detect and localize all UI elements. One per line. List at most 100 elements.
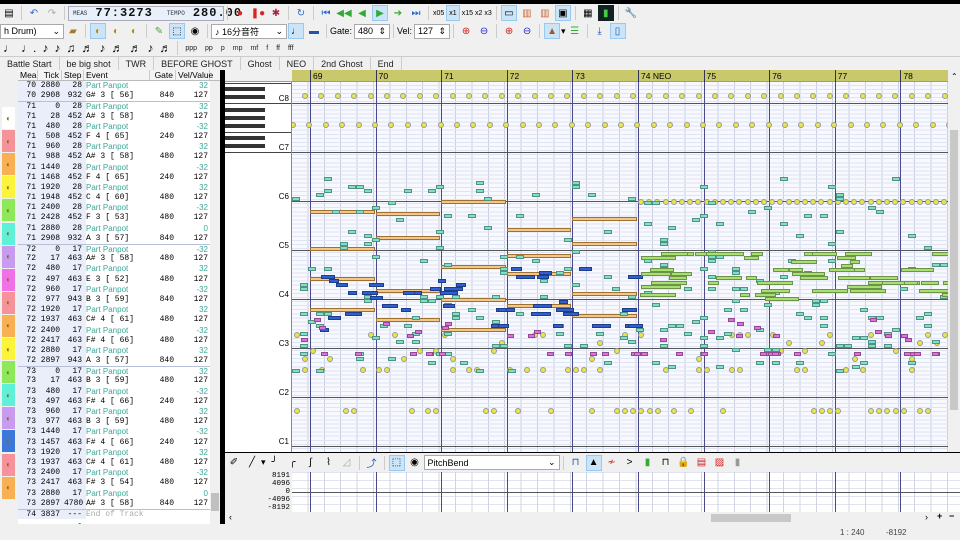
drum-note[interactable] (392, 332, 399, 338)
note[interactable] (430, 287, 441, 292)
note[interactable] (456, 283, 467, 288)
drum-note[interactable] (433, 408, 440, 414)
speed-x05[interactable]: x05 (433, 5, 444, 21)
event-row[interactable]: 72 960 17 Part Panpot -32 (18, 284, 220, 295)
black-key[interactable] (225, 107, 265, 112)
event-row[interactable]: 73 480 17 Part Panpot -32 (18, 386, 220, 397)
drum-note[interactable] (736, 199, 743, 205)
note-16th-icon[interactable]: ♬ (81, 41, 93, 55)
note[interactable] (740, 307, 748, 312)
note[interactable] (536, 275, 550, 280)
eraser-icon[interactable]: ◉ (187, 23, 203, 39)
note[interactable] (492, 295, 500, 300)
note[interactable] (644, 201, 652, 206)
speaker-mute-icon[interactable]: ◐ (126, 23, 142, 39)
note[interactable] (579, 267, 593, 271)
note[interactable] (300, 287, 308, 292)
note[interactable] (348, 291, 357, 296)
drum-note[interactable] (810, 408, 817, 414)
drum-note[interactable] (700, 122, 706, 128)
drum-note[interactable] (687, 408, 694, 414)
drum-note[interactable] (638, 408, 645, 414)
note[interactable] (506, 228, 572, 232)
drum-note[interactable] (601, 122, 608, 128)
note[interactable] (316, 311, 324, 316)
drum-note[interactable] (548, 93, 554, 99)
measure-mark[interactable]: 78 (900, 70, 913, 82)
note[interactable] (552, 324, 564, 329)
note[interactable] (388, 201, 396, 206)
redo-button[interactable]: ↷ (44, 5, 60, 21)
drum-note[interactable] (302, 356, 309, 362)
drum-note[interactable] (827, 408, 833, 414)
note[interactable] (676, 323, 684, 328)
note[interactable] (828, 352, 836, 357)
drum-note[interactable] (490, 348, 497, 354)
note[interactable] (804, 213, 812, 218)
note[interactable] (840, 264, 854, 269)
note[interactable] (425, 352, 433, 356)
marker-battle-start[interactable]: Battle Start (0, 56, 60, 71)
note[interactable] (372, 205, 380, 210)
drum-note[interactable] (782, 122, 788, 128)
note[interactable] (940, 262, 948, 267)
note[interactable] (580, 344, 588, 349)
drum-note[interactable] (466, 367, 473, 373)
drum-note[interactable] (941, 332, 948, 338)
level-meter-icon[interactable]: ▮ (597, 5, 614, 21)
track-tab[interactable]: ◐ (2, 338, 15, 360)
measure-mark[interactable]: 74 NEO (638, 70, 671, 82)
event-row[interactable]: 70 2880 28 Part Panpot 32 (18, 81, 220, 92)
drum-note[interactable] (802, 199, 808, 205)
col-mea[interactable]: Mea (18, 70, 38, 80)
measure-mark[interactable]: 72 (506, 70, 519, 82)
note[interactable] (739, 292, 750, 297)
note[interactable] (796, 234, 804, 239)
dyn-p[interactable]: p (221, 45, 225, 52)
note[interactable] (420, 295, 428, 300)
speed-x2[interactable]: x2 (475, 5, 482, 21)
note[interactable] (692, 319, 700, 324)
note[interactable] (540, 295, 548, 300)
import-icon[interactable]: ⤓ (592, 23, 608, 39)
note[interactable] (444, 332, 452, 337)
go-end-button[interactable]: ⏭ (408, 5, 424, 21)
drum-note[interactable] (613, 348, 620, 354)
note[interactable] (533, 330, 541, 335)
note[interactable] (420, 299, 428, 304)
drum-note[interactable] (687, 199, 694, 205)
drum-note[interactable] (564, 93, 571, 99)
note[interactable] (900, 287, 908, 292)
note[interactable] (791, 260, 818, 265)
drum-note[interactable] (449, 367, 456, 373)
note[interactable] (640, 292, 677, 297)
drum-note[interactable] (581, 367, 587, 373)
note[interactable] (516, 213, 524, 218)
drum-note[interactable] (540, 332, 546, 338)
note[interactable] (308, 266, 316, 271)
note[interactable] (684, 287, 692, 292)
zoom-in-icon[interactable]: ⊕ (458, 23, 474, 39)
note[interactable] (644, 221, 652, 226)
drum-note[interactable] (372, 122, 378, 128)
eraser-icon[interactable]: ◉ (407, 455, 423, 471)
note[interactable] (668, 364, 676, 369)
note[interactable] (820, 323, 828, 328)
measure-mark[interactable]: 76 (769, 70, 782, 82)
note[interactable] (436, 246, 444, 251)
node-icon[interactable]: ⤴ (364, 455, 380, 471)
note[interactable] (716, 276, 743, 281)
drum-note[interactable] (851, 199, 858, 205)
note[interactable] (853, 352, 861, 356)
event-row[interactable]: 71 1948 452 C 4 [ 60] 480 127 (18, 193, 220, 204)
note[interactable] (438, 352, 446, 356)
speaker-icon[interactable]: ◐ (90, 23, 106, 39)
note[interactable] (441, 200, 506, 204)
drum-note[interactable] (929, 122, 936, 128)
note[interactable] (659, 338, 667, 343)
drum-note[interactable] (515, 93, 522, 99)
note[interactable] (396, 340, 404, 345)
note[interactable] (700, 213, 708, 218)
note[interactable] (735, 334, 743, 339)
bar-chart-icon[interactable]: ▥ (519, 5, 535, 21)
